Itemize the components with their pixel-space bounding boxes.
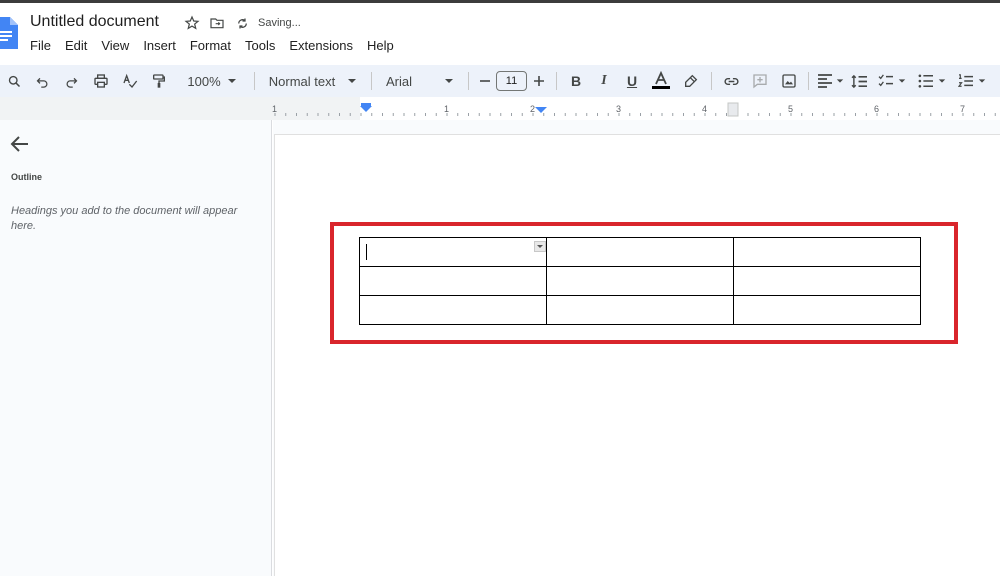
outline-empty-hint: Headings you add to the document will ap… bbox=[11, 205, 238, 232]
docs-header: Untitled document Saving... File Edit Vi… bbox=[0, 3, 1000, 65]
highlight-box bbox=[330, 222, 958, 344]
move-folder-icon[interactable] bbox=[208, 14, 226, 32]
document-page[interactable] bbox=[274, 134, 1000, 576]
toolbar-divider bbox=[371, 72, 372, 90]
chevron-down-icon bbox=[938, 79, 946, 83]
left-indent-marker[interactable] bbox=[361, 103, 371, 106]
bullet-list-icon[interactable] bbox=[912, 69, 952, 93]
increase-font-size-button[interactable] bbox=[527, 69, 551, 93]
toolbar-divider bbox=[808, 72, 809, 90]
ruler-label: 6 bbox=[874, 104, 879, 114]
ruler-scale: 1 1 2 3 4 5 6 7 bbox=[0, 97, 1000, 120]
decrease-font-size-button[interactable] bbox=[474, 69, 496, 93]
ruler-label: 5 bbox=[788, 104, 793, 114]
star-icon[interactable] bbox=[183, 14, 201, 32]
font-family-select[interactable]: Arial bbox=[377, 69, 463, 93]
menu-help[interactable]: Help bbox=[360, 36, 401, 55]
paragraph-style-select[interactable]: Normal text bbox=[260, 69, 366, 93]
menu-extensions[interactable]: Extensions bbox=[282, 36, 360, 55]
outline-heading: Outline bbox=[11, 172, 42, 182]
toolbar-divider bbox=[556, 72, 557, 90]
menu-edit[interactable]: Edit bbox=[58, 36, 94, 55]
column-divider-handle[interactable] bbox=[727, 102, 739, 117]
menu-format[interactable]: Format bbox=[183, 36, 238, 55]
formatting-toolbar: 100% Normal text Arial 11 B I U bbox=[0, 65, 1000, 97]
ruler-label: 3 bbox=[616, 104, 621, 114]
title-actions: Saving... bbox=[183, 14, 301, 32]
chevron-down-icon bbox=[227, 79, 236, 83]
bold-icon[interactable]: B bbox=[562, 69, 590, 93]
chevron-down-icon bbox=[445, 79, 453, 83]
spellcheck-icon[interactable] bbox=[115, 69, 144, 93]
menu-bar: File Edit View Insert Format Tools Exten… bbox=[23, 36, 401, 55]
underline-icon[interactable]: U bbox=[618, 69, 646, 93]
paint-format-icon[interactable] bbox=[144, 69, 173, 93]
chevron-down-icon bbox=[348, 79, 357, 83]
italic-icon[interactable]: I bbox=[590, 69, 618, 93]
ruler-label: 1 bbox=[444, 104, 449, 114]
align-left-icon[interactable] bbox=[814, 69, 846, 93]
print-icon[interactable] bbox=[86, 69, 115, 93]
docs-logo-icon[interactable] bbox=[0, 17, 18, 49]
ruler-label: 2 bbox=[530, 104, 535, 114]
toolbar-divider bbox=[468, 72, 469, 90]
search-icon[interactable] bbox=[0, 69, 28, 93]
redo-icon[interactable] bbox=[57, 69, 86, 93]
chevron-down-icon bbox=[836, 79, 843, 83]
ruler-label: 4 bbox=[702, 104, 707, 114]
text-color-icon[interactable] bbox=[646, 69, 676, 93]
menu-view[interactable]: View bbox=[94, 36, 136, 55]
toolbar-divider bbox=[254, 72, 255, 90]
chevron-down-icon bbox=[978, 79, 986, 83]
numbered-list-icon[interactable] bbox=[952, 69, 992, 93]
toolbar-divider bbox=[711, 72, 712, 90]
ruler-label: 1 bbox=[272, 104, 277, 114]
link-icon[interactable] bbox=[717, 69, 745, 93]
zoom-value: 100% bbox=[187, 73, 221, 89]
highlight-icon[interactable] bbox=[676, 69, 706, 93]
menu-tools[interactable]: Tools bbox=[238, 36, 282, 55]
chevron-down-icon bbox=[898, 79, 906, 83]
ruler-label: 7 bbox=[960, 104, 965, 114]
undo-icon[interactable] bbox=[28, 69, 57, 93]
checklist-icon[interactable] bbox=[872, 69, 912, 93]
menu-file[interactable]: File bbox=[23, 36, 58, 55]
line-spacing-icon[interactable] bbox=[846, 69, 872, 93]
font-family-value: Arial bbox=[385, 73, 412, 89]
menu-insert[interactable]: Insert bbox=[136, 36, 183, 55]
paragraph-style-value: Normal text bbox=[268, 73, 336, 89]
back-arrow-icon[interactable] bbox=[10, 135, 30, 153]
comment-icon[interactable] bbox=[745, 69, 774, 93]
zoom-select[interactable]: 100% bbox=[175, 69, 249, 93]
outline-panel: Outline Headings you add to the document… bbox=[0, 120, 272, 576]
save-status: Saving... bbox=[258, 17, 301, 29]
image-icon[interactable] bbox=[774, 69, 803, 93]
font-size-input[interactable]: 11 bbox=[496, 71, 527, 91]
sync-icon bbox=[233, 14, 251, 32]
document-title[interactable]: Untitled document bbox=[30, 13, 159, 31]
ruler[interactable]: 1 1 2 3 4 5 6 7 bbox=[0, 97, 1000, 120]
